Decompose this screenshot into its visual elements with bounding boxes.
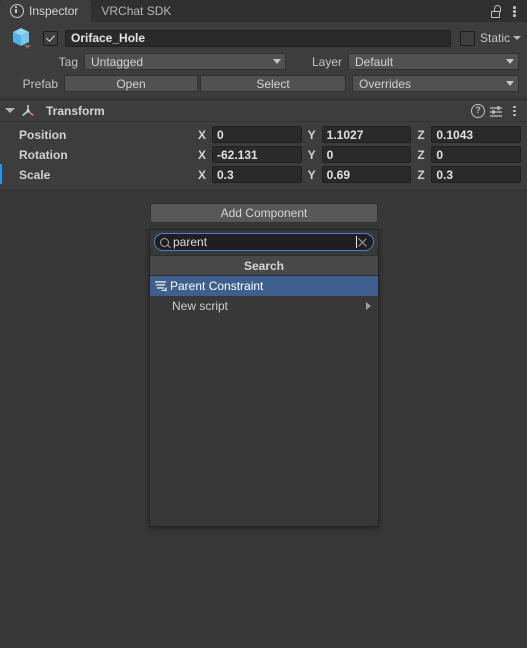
axis-z-label: Z <box>417 127 425 142</box>
rotation-x: X -62.131 <box>198 146 302 163</box>
gameobject-name-row: Oriface_Hole Static <box>6 27 521 49</box>
parent-constraint-icon <box>154 279 168 293</box>
inspector-body: Add Component parent Search Parent Const… <box>0 190 527 648</box>
rotation-z: Z 0 <box>417 146 522 163</box>
static-dropdown-arrow-icon[interactable] <box>513 36 521 40</box>
prefab-overrides-dropdown[interactable]: Overrides <box>352 75 519 92</box>
tab-bar: Inspector VRChat SDK <box>0 0 527 22</box>
position-x-input[interactable]: 0 <box>212 126 302 143</box>
search-input[interactable]: parent <box>173 235 355 249</box>
prefab-select-button[interactable]: Select <box>200 75 346 92</box>
axis-x-label: X <box>198 127 207 142</box>
chevron-down-icon <box>506 59 514 64</box>
static-label: Static <box>479 31 510 45</box>
tag-value: Untagged <box>91 54 144 69</box>
scale-x-input[interactable]: 0.3 <box>212 166 302 183</box>
transform-header[interactable]: Transform ? <box>0 100 527 122</box>
tag-layer-row: Tag Untagged Layer Default <box>6 52 521 71</box>
transform-fields: Position X 0 Y 1.1027 Z 0.1043 Rotation … <box>0 122 527 190</box>
prefab-label: Prefab <box>22 76 58 91</box>
position-y: Y 1.1027 <box>308 126 412 143</box>
transform-title: Transform <box>46 103 105 118</box>
axis-y-label: Y <box>307 147 316 162</box>
axis-x-label: X <box>198 147 207 162</box>
rotation-x-input[interactable]: -62.131 <box>212 146 302 163</box>
result-label: New script <box>172 299 229 313</box>
position-y-input[interactable]: 1.1027 <box>321 126 412 143</box>
result-item-parent-constraint[interactable]: Parent Constraint <box>150 276 378 296</box>
search-icon <box>160 237 169 247</box>
rotation-y-input[interactable]: 0 <box>321 146 412 163</box>
transform-header-actions: ? <box>471 102 521 120</box>
add-component-dropdown-panel: parent Search Parent Constraint New scri… <box>149 229 379 527</box>
static-checkbox[interactable] <box>459 30 475 46</box>
preset-icon[interactable] <box>489 104 503 118</box>
scale-y: Y 0.69 <box>308 166 412 183</box>
tab-bar-actions <box>487 0 527 22</box>
add-component-search-field[interactable]: parent <box>154 233 374 251</box>
transform-icon <box>20 103 36 119</box>
transform-component: Transform ? Position X 0 Y 1.1027 Z 0.10… <box>0 99 527 190</box>
chevron-down-icon <box>273 59 281 64</box>
help-icon[interactable]: ? <box>471 103 485 118</box>
axis-x-label: X <box>198 167 207 182</box>
axis-y-label: Y <box>307 127 316 142</box>
layer-label: Layer <box>311 54 342 69</box>
scale-x: X 0.3 <box>198 166 302 183</box>
tag-dropdown[interactable]: Untagged <box>84 53 286 70</box>
info-icon <box>10 4 24 18</box>
scale-z: Z 0.3 <box>417 166 522 183</box>
axis-z-label: Z <box>417 147 425 162</box>
prefab-open-button[interactable]: Open <box>64 75 198 92</box>
prefab-row: Prefab Open Select Overrides <box>6 74 521 93</box>
result-item-new-script[interactable]: New script <box>150 296 378 316</box>
prefab-overrides-value: Overrides <box>359 76 412 91</box>
gameobject-header: Oriface_Hole Static Tag Untagged Layer D… <box>0 22 527 97</box>
transform-row-rotation: Rotation X -62.131 Y 0 Z 0 <box>0 145 527 164</box>
add-component-search-area: parent <box>150 230 378 255</box>
position-label: Position <box>19 127 67 142</box>
transform-row-scale: Scale X 0.3 Y 0.69 Z 0.3 <box>0 164 527 184</box>
clear-icon[interactable] <box>357 237 368 248</box>
rotation-y: Y 0 <box>308 146 412 163</box>
result-label: Parent Constraint <box>170 279 264 293</box>
foldout-arrow-icon[interactable] <box>5 108 15 113</box>
layer-value: Default <box>355 54 394 69</box>
scale-z-input[interactable]: 0.3 <box>431 166 522 183</box>
kebab-menu-icon[interactable] <box>507 2 521 20</box>
tab-vrchat-sdk[interactable]: VRChat SDK <box>91 0 184 22</box>
search-results-header: Search <box>150 255 378 276</box>
inspector-window: Inspector VRChat SDK Oriface_Hole Static… <box>0 0 527 648</box>
add-component-button[interactable]: Add Component <box>150 203 378 223</box>
rotation-label: Rotation <box>19 147 68 162</box>
chevron-down-icon <box>506 81 514 86</box>
tab-vrchat-sdk-label: VRChat SDK <box>101 4 172 18</box>
scale-y-input[interactable]: 0.69 <box>321 166 412 183</box>
chevron-right-icon <box>366 302 371 310</box>
prefab-override-marker <box>0 164 2 184</box>
tab-inspector[interactable]: Inspector <box>0 0 92 22</box>
position-z-input[interactable]: 0.1043 <box>431 126 522 143</box>
position-x: X 0 <box>198 126 302 143</box>
tag-label: Tag <box>58 54 78 69</box>
layer-dropdown[interactable]: Default <box>348 53 519 70</box>
prefab-cube-icon[interactable] <box>9 26 37 50</box>
axis-z-label: Z <box>417 167 425 182</box>
transform-row-position: Position X 0 Y 1.1027 Z 0.1043 <box>0 125 527 144</box>
gameobject-enabled-checkbox[interactable] <box>43 30 58 46</box>
gameobject-name-input[interactable]: Oriface_Hole <box>65 29 451 47</box>
rotation-z-input[interactable]: 0 <box>431 146 522 163</box>
lock-open-icon[interactable] <box>487 2 505 20</box>
kebab-menu-icon[interactable] <box>507 102 521 120</box>
axis-y-label: Y <box>307 167 316 182</box>
tab-inspector-label: Inspector <box>29 4 79 18</box>
scale-label: Scale <box>19 167 51 182</box>
position-z: Z 0.1043 <box>417 126 522 143</box>
